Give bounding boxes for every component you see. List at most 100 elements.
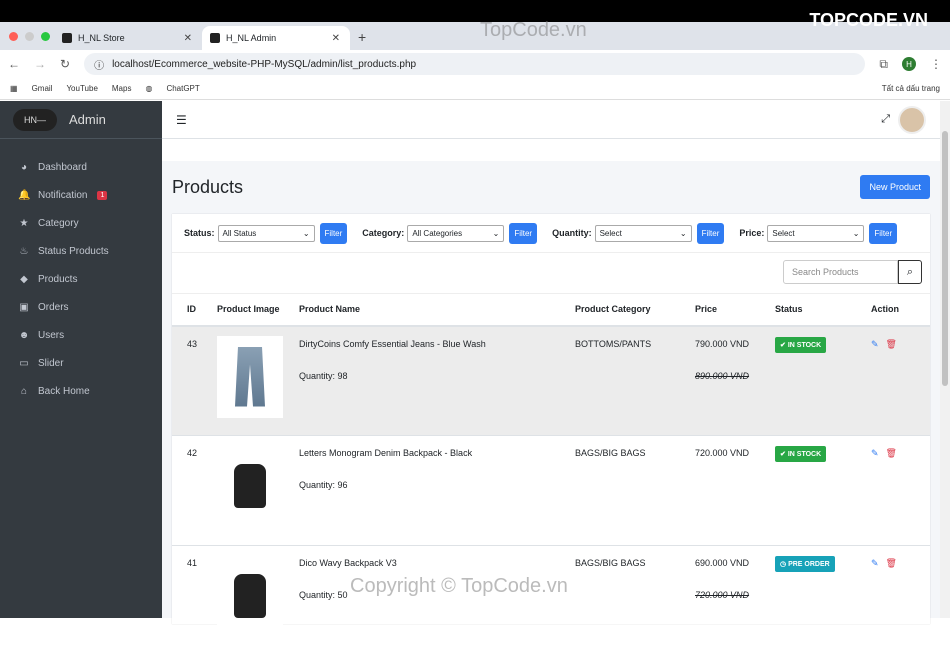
chevron-down-icon: ⌄ [852, 228, 860, 238]
url-input[interactable]: ⓘ localhost/Ecommerce_website-PHP-MySQL/a… [84, 53, 866, 75]
search-input[interactable]: Search Products [783, 260, 898, 284]
reload-icon[interactable]: ↻ [60, 57, 70, 71]
bookmark-gmail[interactable]: Gmail [32, 84, 53, 93]
new-product-button[interactable]: New Product [860, 175, 930, 199]
sidebar-item-notification[interactable]: 🔔 Notification 1 [0, 181, 162, 209]
sidebar-item-slider[interactable]: ▭ Slider [0, 349, 162, 377]
filter-select[interactable]: Select ⌄ [594, 224, 692, 242]
fire-icon: ♨ [19, 245, 29, 257]
filter-select[interactable]: Select ⌄ [767, 224, 865, 242]
search-form: Search Products ⌕ [783, 260, 922, 284]
product-category: BOTTOMS/PANTS [560, 325, 680, 436]
filter-button[interactable]: Filter [869, 222, 898, 244]
new-tab-button[interactable]: + [358, 29, 366, 45]
top-navbar: ☰ ⤢ [162, 101, 940, 139]
filter-button[interactable]: Filter [319, 222, 348, 244]
close-tab-icon[interactable]: ✕ [332, 33, 340, 44]
menu-icon[interactable]: ⋮ [930, 57, 942, 71]
scrollbar[interactable] [940, 101, 950, 618]
edit-icon[interactable]: ✎ [871, 448, 879, 459]
sidebar-item-dashboard[interactable]: ◕ Dashboard [0, 153, 162, 181]
bell-icon: 🔔 [18, 189, 31, 201]
product-old-price: 890.000 VND [695, 370, 750, 381]
os-top-bar [0, 0, 950, 22]
product-category: BAGS/BIG BAGS [560, 545, 680, 656]
product-id: 43 [172, 325, 202, 436]
fullscreen-icon[interactable]: ⤢ [881, 113, 890, 126]
star-icon: ★ [19, 217, 29, 229]
globe-icon[interactable]: ◍ [145, 84, 152, 93]
browser-tab-active[interactable]: H_NL Admin ✕ [202, 26, 350, 50]
filter-button[interactable]: Filter [696, 222, 725, 244]
bookmarks-bar: ▦ Gmail YouTube Maps ◍ ChatGPT Tất cả dấ… [0, 78, 950, 100]
main-content: ☰ ⤢ Products New Product Status: All Stat… [162, 19, 940, 656]
notification-badge: 1 [97, 190, 108, 200]
filter-bar: Status: All Status ⌄ Filter Category: All Cat… [172, 214, 930, 253]
all-bookmarks[interactable]: Tất cả dấu trang [882, 84, 940, 93]
product-name: Dico Wavy Backpack V3 [299, 558, 397, 568]
product-price: 790.000 VND [695, 338, 750, 349]
sidebar-item-category[interactable]: ★ Category [0, 209, 162, 237]
page-title: Products [172, 177, 244, 197]
column-header: Product Image [202, 293, 284, 327]
sidebar-item-users[interactable]: ☻ Users [0, 321, 162, 349]
sidebar-item-status-products[interactable]: ♨ Status Products [0, 237, 162, 265]
profile-avatar[interactable]: H [902, 57, 916, 71]
filter-group: Status: All Status ⌄ Filter [184, 222, 348, 244]
product-image [217, 335, 283, 418]
product-price: 720.000 VND [695, 448, 750, 458]
delete-icon[interactable]: 🗑 [886, 339, 897, 350]
back-icon[interactable]: ← [8, 57, 20, 71]
forward-icon[interactable]: → [34, 57, 46, 71]
column-header: Price [680, 293, 760, 327]
column-header: Product Name [284, 293, 560, 327]
bookmark-chatgpt[interactable]: ChatGPT [166, 84, 199, 93]
filter-select[interactable]: All Categories ⌄ [407, 224, 505, 242]
search-icon: ⌕ [906, 265, 914, 278]
column-header: Product Category [560, 293, 680, 327]
edit-icon[interactable]: ✎ [871, 558, 879, 569]
filter-button[interactable]: Filter [509, 222, 538, 244]
column-header: Status [760, 293, 856, 327]
sidebar-item-orders[interactable]: ▣ Orders [0, 293, 162, 321]
filter-group: Category: All Categories ⌄ Filter [362, 222, 538, 244]
extensions-icon[interactable]: ⧉ [879, 57, 888, 72]
browser-tab[interactable]: H_NL Store ✕ [54, 26, 202, 50]
edit-icon[interactable]: ✎ [871, 339, 879, 350]
delete-icon[interactable]: 🗑 [886, 558, 897, 569]
brand[interactable]: HN— Admin [0, 101, 162, 139]
minimize-window-button[interactable] [25, 32, 34, 41]
close-tab-icon[interactable]: ✕ [184, 33, 192, 44]
status-badge: ✔ IN STOCK [775, 446, 827, 462]
status-badge: ✔ IN STOCK [775, 336, 827, 353]
sidebar-item-back-home[interactable]: ⌂ Back Home [0, 377, 162, 405]
bookmark-youtube[interactable]: YouTube [66, 84, 97, 93]
close-window-button[interactable] [9, 32, 18, 41]
users-icon: ☻ [18, 329, 30, 341]
logo: HN— [13, 108, 57, 131]
product-price: 690.000 VND [695, 558, 750, 568]
delete-icon[interactable]: 🗑 [886, 448, 897, 459]
filter-select[interactable]: All Status ⌄ [217, 224, 315, 242]
check-circle-icon: ✔ [780, 341, 786, 349]
chevron-down-icon: ⌄ [679, 228, 687, 238]
table-row: 41 Dico Wavy Backpack V3 Quantity: 50 BAG… [172, 545, 930, 656]
product-quantity: Quantity: 96 [299, 480, 348, 490]
search-button[interactable]: ⌕ [898, 260, 922, 284]
bookmark-maps[interactable]: Maps [112, 84, 132, 93]
products-card: Status: All Status ⌄ Filter Category: All Cat… [172, 214, 930, 656]
sidebar-item-products[interactable]: ◆ Products [0, 265, 162, 293]
check-circle-icon: ✔ [780, 451, 786, 458]
product-id: 42 [172, 435, 202, 546]
scrollbar-thumb[interactable] [942, 131, 948, 386]
avatar[interactable] [898, 106, 926, 134]
hamburger-menu-icon[interactable]: ☰ [176, 113, 187, 127]
filter-group: Price: Select ⌄ Filter [739, 222, 898, 244]
product-old-price: 720.000 VND [695, 590, 750, 600]
product-image [217, 555, 283, 637]
info-icon: ⓘ [94, 60, 105, 72]
clock-icon: ◷ [780, 561, 787, 568]
product-image [217, 445, 283, 527]
apps-icon[interactable]: ▦ [10, 84, 18, 93]
maximize-window-button[interactable] [41, 32, 50, 41]
